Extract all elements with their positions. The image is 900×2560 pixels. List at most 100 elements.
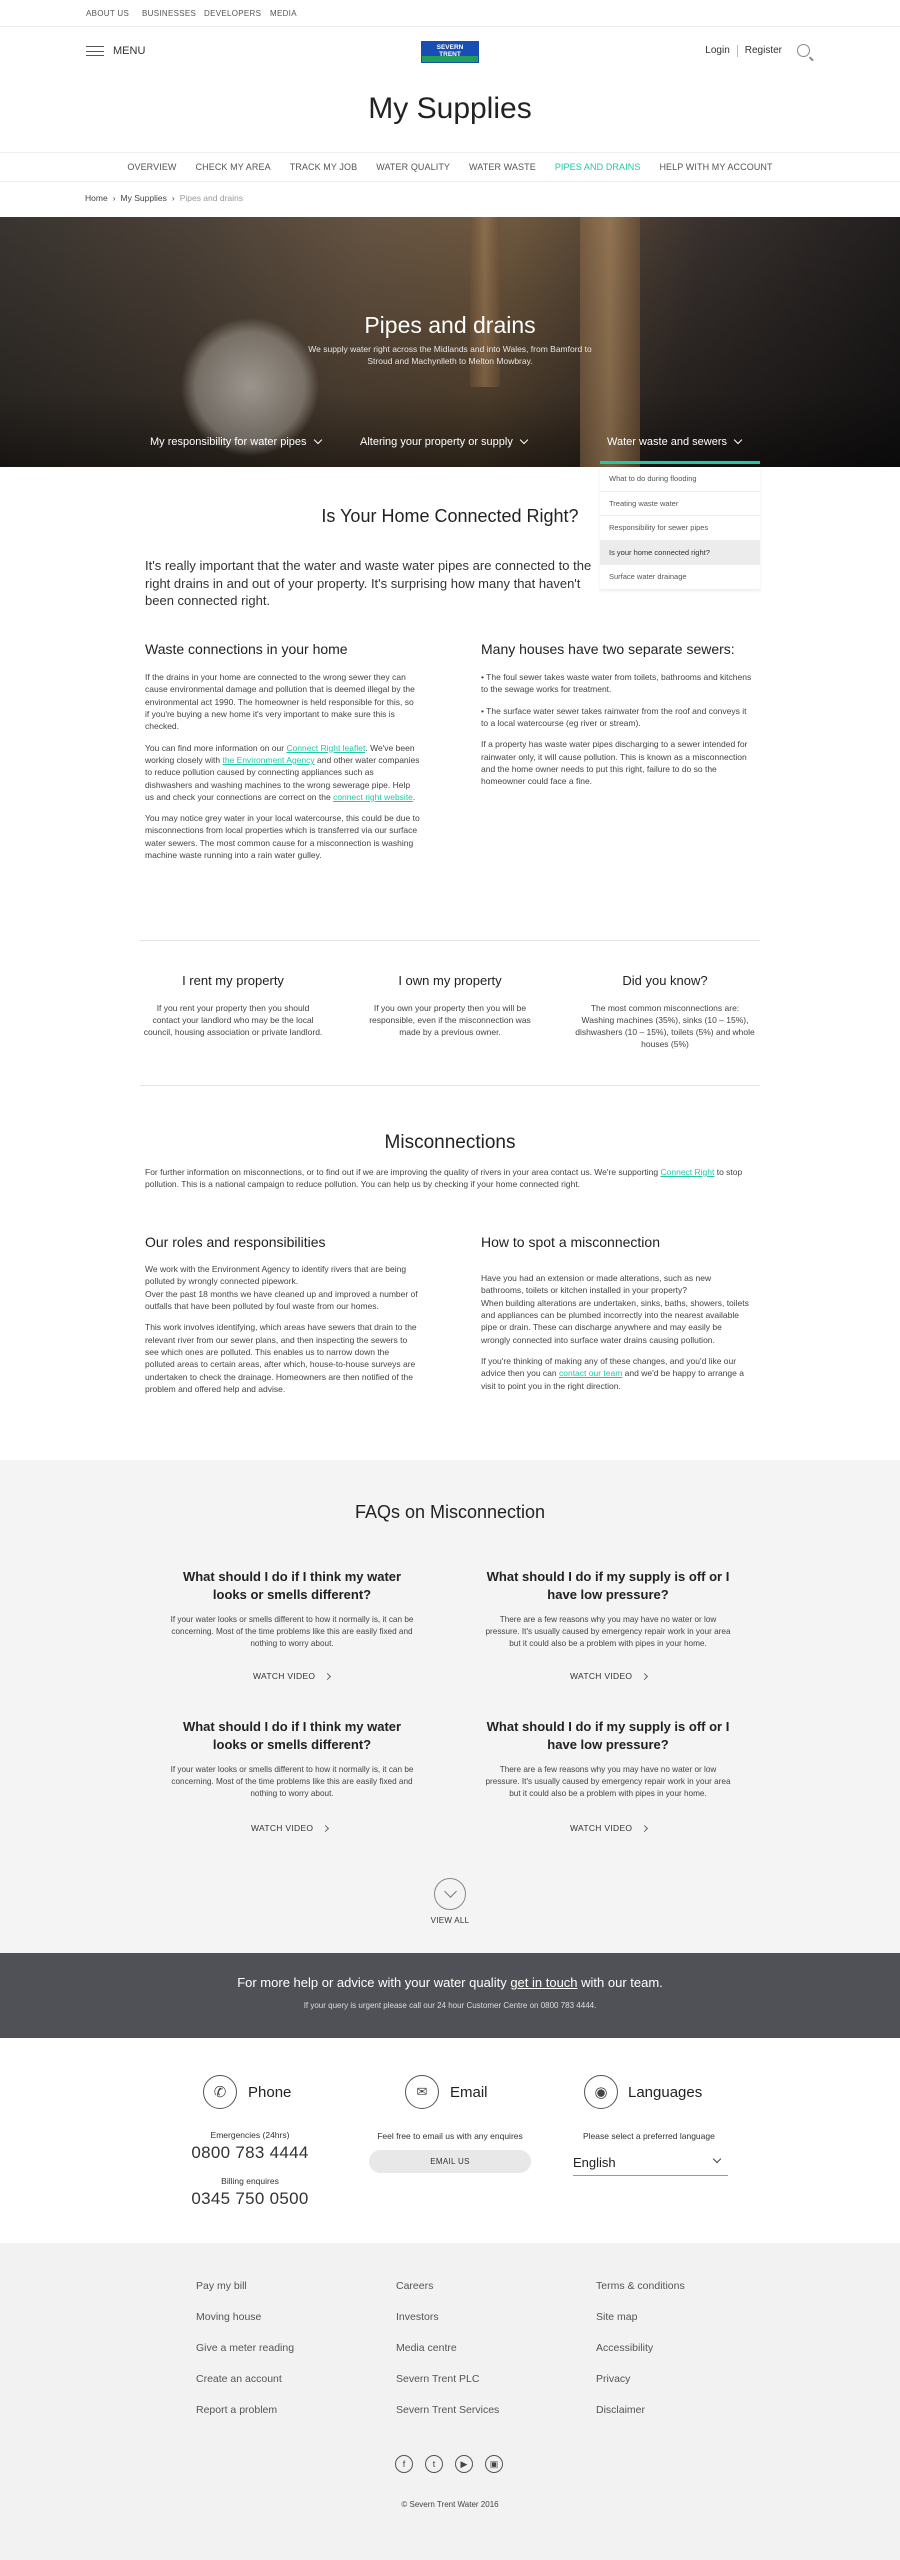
contact-team-link[interactable]: contact our team	[559, 1368, 622, 1378]
register-link[interactable]: Register	[745, 45, 782, 56]
copyright: © Severn Trent Water 2016	[401, 2500, 499, 2509]
text: You can find more information on our	[145, 742, 287, 753]
card-own-title: I own my property	[398, 973, 502, 988]
chevron-down-icon	[313, 435, 322, 445]
instagram-icon[interactable]: ▣	[485, 2455, 503, 2473]
severn-trent-logo[interactable]: SEVERN TRENT	[421, 41, 479, 63]
util-link-businesses[interactable]: BUSINESSES	[142, 9, 196, 18]
footer-link[interactable]: Moving house	[196, 2311, 261, 2323]
email-us-button[interactable]: EMAIL US	[369, 2150, 531, 2173]
watch-video-button[interactable]: WATCH VIDEO	[570, 1671, 649, 1681]
connect-right-link[interactable]: Connect Right	[661, 1167, 715, 1177]
util-link-developers[interactable]: DEVELOPERS	[204, 9, 261, 18]
section-nav: OVERVIEW CHECK MY AREA TRACK MY JOB WATE…	[0, 152, 900, 182]
connect-right-website-link[interactable]: connect right website	[333, 792, 413, 802]
paragraph: You can find more information on our Con…	[145, 742, 420, 804]
billing-number[interactable]: 0345 750 0500	[150, 2189, 350, 2209]
misconnections-title: Misconnections	[384, 1132, 516, 1153]
help-band-heading: For more help or advice with your water …	[0, 1975, 900, 1990]
card-did-you-know-text: The most common misconnections are: Wash…	[575, 1003, 755, 1049]
paragraph: If a property has waste water pipes disc…	[481, 739, 748, 787]
header-divider	[736, 44, 738, 57]
language-value: English	[573, 2155, 616, 2170]
breadcrumb-home[interactable]: Home	[85, 193, 108, 203]
environment-agency-link[interactable]: the Environment Agency	[222, 755, 314, 765]
text: with our team.	[577, 1975, 663, 1990]
footer-link[interactable]: Privacy	[596, 2373, 630, 2385]
phone-heading: Phone	[248, 2084, 292, 2101]
watch-video-button[interactable]: WATCH VIDEO	[251, 1823, 330, 1833]
footer-link[interactable]: Create an account	[196, 2373, 282, 2385]
breadcrumb-my-supplies[interactable]: My Supplies	[121, 193, 167, 203]
page-title: My Supplies	[368, 92, 532, 125]
language-select[interactable]: English	[573, 2152, 728, 2176]
separate-sewers-text: • The foul sewer takes waste water from …	[481, 671, 753, 797]
text: For further information on misconnection…	[145, 1167, 661, 1177]
nav-water-waste[interactable]: WATER WASTE	[469, 162, 536, 181]
globe-icon: ◉	[584, 2075, 618, 2109]
tab-altering-property[interactable]: Altering your property or supply	[360, 435, 529, 448]
util-link-about[interactable]: ABOUT US	[86, 9, 129, 18]
youtube-icon[interactable]: ▶	[455, 2455, 473, 2473]
footer-link[interactable]: Terms & conditions	[596, 2280, 685, 2292]
utility-bar: ABOUT US BUSINESSES DEVELOPERS MEDIA	[0, 0, 900, 27]
emergencies-label: Emergencies (24hrs)	[210, 2130, 290, 2140]
spot-text: Have you had an extension or made altera…	[481, 1272, 753, 1401]
paragraph: You may notice grey water in your local …	[145, 813, 420, 861]
nav-check-my-area[interactable]: CHECK MY AREA	[196, 162, 271, 181]
nav-overview[interactable]: OVERVIEW	[127, 162, 176, 181]
watch-video-button[interactable]: WATCH VIDEO	[570, 1823, 649, 1833]
footer-link[interactable]: Severn Trent Services	[396, 2404, 499, 2416]
view-all-label[interactable]: VIEW ALL	[0, 1916, 900, 1925]
search-icon[interactable]	[797, 44, 810, 57]
chevron-down-icon	[712, 2154, 722, 2164]
tab-water-waste-sewers[interactable]: Water waste and sewers	[607, 435, 743, 448]
twitter-icon[interactable]: t	[425, 2455, 443, 2473]
paragraph: If you're thinking of making any of thes…	[481, 1355, 753, 1392]
view-all-chevron-down-icon[interactable]	[434, 1878, 466, 1910]
facebook-icon[interactable]: f	[395, 2455, 413, 2473]
dropdown-item-flooding[interactable]: What to do during flooding	[600, 467, 760, 492]
emergencies-number[interactable]: 0800 783 4444	[150, 2143, 350, 2163]
languages-heading: Languages	[628, 2084, 703, 2101]
nav-help-with-account[interactable]: HELP WITH MY ACCOUNT	[659, 162, 772, 181]
help-band	[0, 1953, 900, 2038]
hamburger-icon	[86, 46, 104, 56]
paragraph: If the drains in your home are connected…	[145, 672, 415, 732]
footer-link[interactable]: Careers	[396, 2280, 433, 2292]
login-link[interactable]: Login	[705, 45, 729, 56]
footer-link[interactable]: Disclaimer	[596, 2404, 645, 2416]
footer-link[interactable]: Pay my bill	[196, 2280, 247, 2292]
get-in-touch-link[interactable]: get in touch	[510, 1975, 577, 1990]
watch-video-label: WATCH VIDEO	[570, 1671, 633, 1681]
nav-water-quality[interactable]: WATER QUALITY	[376, 162, 450, 181]
faq-question: What should I do if I think my water loo…	[182, 1719, 402, 1753]
email-heading: Email	[450, 2084, 488, 2101]
footer-link[interactable]: Media centre	[396, 2342, 457, 2354]
nav-pipes-and-drains[interactable]: PIPES AND DRAINS	[555, 162, 641, 181]
footer-link[interactable]: Site map	[596, 2311, 637, 2323]
paragraph: We work with the Environment Agency to i…	[145, 1264, 407, 1287]
dropdown-item-surface-water[interactable]: Surface water drainage	[600, 565, 760, 590]
breadcrumb: Home › My Supplies › Pipes and drains	[85, 193, 243, 203]
footer-link[interactable]: Accessibility	[596, 2342, 653, 2354]
active-tab-indicator	[600, 461, 760, 464]
menu-label: MENU	[113, 45, 146, 57]
menu-button[interactable]: MENU	[86, 45, 145, 57]
nav-track-my-job[interactable]: TRACK MY JOB	[290, 162, 358, 181]
logo-green-bar	[422, 56, 478, 62]
footer-link[interactable]: Investors	[396, 2311, 439, 2323]
dropdown-item-connected-right[interactable]: Is your home connected right?	[600, 540, 760, 565]
footer-link[interactable]: Severn Trent PLC	[396, 2373, 479, 2385]
footer-link[interactable]: Give a meter reading	[196, 2342, 294, 2354]
separate-sewers-heading: Many houses have two separate sewers:	[481, 641, 735, 657]
watch-video-button[interactable]: WATCH VIDEO	[253, 1671, 332, 1681]
faq-question: What should I do if I think my water loo…	[182, 1569, 402, 1603]
util-link-media[interactable]: MEDIA	[270, 9, 297, 18]
faq-answer: If your water looks or smells different …	[170, 1615, 414, 1648]
hero-subtitle: We supply water right across the Midland…	[308, 344, 592, 366]
connect-right-leaflet-link[interactable]: Connect Right leaflet	[286, 743, 365, 753]
text: For more help or advice with your water …	[237, 1975, 511, 1990]
tab-water-pipes[interactable]: My responsibility for water pipes	[150, 435, 322, 448]
footer-link[interactable]: Report a problem	[196, 2404, 277, 2416]
